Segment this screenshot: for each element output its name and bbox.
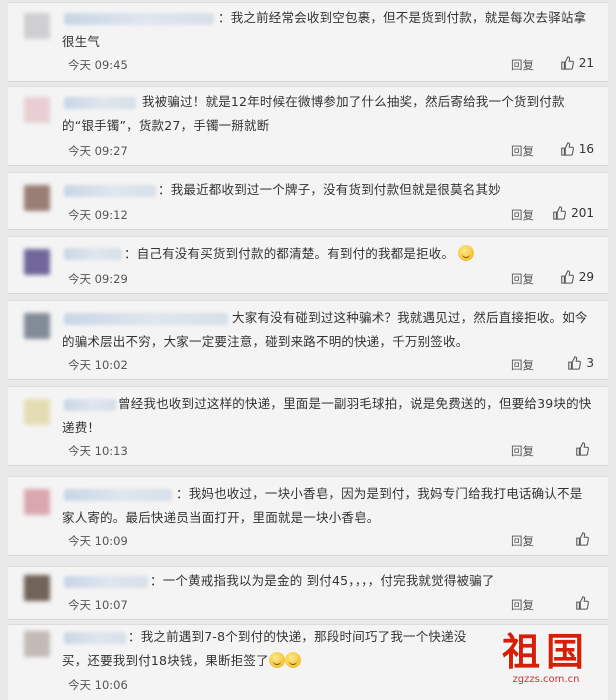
comment-feed: ：我之前经常会收到空包裹，但不是货到付款，就是每次去驿站拿很生气 今天 09:4…: [0, 0, 616, 700]
comment-text: ：自己有没有买货到付款的都清楚。有到付的我都是拒收。: [62, 242, 594, 266]
like-count: 201: [571, 206, 594, 220]
like-button[interactable]: 29: [560, 270, 594, 284]
comment-text: ：我之前遇到7-8个到付的快递，那段时间巧了我一个快递没买，还要我到付18块钱，…: [62, 629, 467, 668]
comment-item: 大家有没有碰到过这种骗术？我就遇见过，然后直接拒收。如今的骗术层出不穷，大家一定…: [8, 300, 608, 380]
laugh-icon: [284, 652, 301, 668]
reply-button[interactable]: 回复: [511, 143, 534, 159]
comment-text: ：我妈也收过，一块小香皂，因为是到付，我妈专门给我打电话确认不是家人寄的。最后快…: [62, 486, 583, 525]
comment-item: ：我妈也收过，一块小香皂，因为是到付，我妈专门给我打电话确认不是家人寄的。最后快…: [8, 476, 608, 556]
thumbs-up-icon: [576, 532, 589, 546]
avatar[interactable]: [24, 489, 50, 515]
like-count: 29: [578, 270, 594, 284]
reply-button[interactable]: 回复: [511, 271, 534, 287]
avatar[interactable]: [24, 399, 50, 425]
like-button[interactable]: 3: [567, 356, 594, 370]
like-button[interactable]: 16: [560, 142, 594, 156]
watermark-logo: 祖国: [501, 629, 590, 674]
comment-text: ：一个黄戒指我以为是金的 到付45，，，，付完我就觉得被骗了: [150, 573, 495, 588]
comment-text: 大家有没有碰到过这种骗术？我就遇见过，然后直接拒收。如今的骗术层出不穷，大家一定…: [62, 310, 588, 349]
comment-item: ：我之前经常会收到空包裹，但不是货到付款，就是每次去驿站拿很生气 今天 09:4…: [8, 2, 608, 82]
comment-item: 我被骗过！就是12年时候在微博参加了什么抽奖，然后寄给我一个货到付款的“银手镯”…: [8, 86, 608, 166]
like-button[interactable]: 21: [560, 56, 594, 70]
like-count: 16: [578, 142, 594, 156]
like-button[interactable]: [575, 442, 594, 456]
thumbs-up-icon: [553, 206, 567, 220]
reply-button[interactable]: 回复: [511, 207, 534, 223]
thumbs-up-icon: [560, 142, 574, 156]
avatar[interactable]: [24, 575, 50, 601]
like-count: 21: [578, 56, 594, 70]
smiley-icon: [458, 245, 475, 261]
comment-text: 我被骗过！就是12年时候在微博参加了什么抽奖，然后寄给我一个货到付款的“银手镯”…: [62, 94, 565, 133]
like-button[interactable]: 201: [552, 206, 594, 220]
comment-time: 今天 09:45: [68, 58, 128, 72]
laugh-icon: [268, 652, 285, 668]
comment-item: ：自己有没有买货到付款的都清楚。有到付的我都是拒收。 今天 09:29 回复 2…: [8, 236, 608, 294]
comment-text: ：我最近都收到过一个牌子，没有货到付款但就是很莫名其妙: [158, 182, 501, 197]
comment-time: 今天 09:29: [68, 272, 128, 286]
like-button[interactable]: [575, 532, 594, 546]
comment-time: 今天 10:02: [68, 358, 128, 372]
thumbs-up-icon: [576, 596, 589, 610]
watermark-url: zgzzs.com.cn: [512, 674, 580, 685]
comment-time: 今天 09:27: [68, 144, 128, 158]
avatar[interactable]: [24, 249, 50, 275]
reply-button[interactable]: 回复: [511, 357, 534, 373]
thumbs-up-icon: [568, 356, 582, 370]
avatar[interactable]: [24, 185, 50, 211]
comment-time: 今天 10:09: [68, 534, 128, 548]
comment-time: 今天 10:06: [68, 678, 128, 692]
comment-item: 曾经我也收到过这样的快递，里面是一副羽毛球拍，说是免费送的，但要给39块的快递费…: [8, 386, 608, 466]
like-count: 3: [586, 356, 594, 370]
avatar[interactable]: [24, 13, 50, 39]
reply-button[interactable]: 回复: [511, 597, 534, 613]
thumbs-up-icon: [576, 442, 589, 456]
thumbs-up-icon: [560, 56, 574, 70]
avatar[interactable]: [24, 631, 50, 657]
comment-text: 曾经我也收到过这样的快递，里面是一副羽毛球拍，说是免费送的，但要给39块的快递费…: [62, 396, 592, 435]
comment-text: ：我之前经常会收到空包裹，但不是货到付款，就是每次去驿站拿很生气: [62, 10, 587, 49]
comment-time: 今天 10:13: [68, 444, 128, 458]
reply-button[interactable]: 回复: [511, 533, 534, 549]
comment-time: 今天 10:07: [68, 598, 128, 612]
watermark: 祖国 zgzzs.com.cn: [494, 630, 598, 694]
reply-button[interactable]: 回复: [511, 57, 534, 73]
avatar[interactable]: [24, 97, 50, 123]
thumbs-up-icon: [560, 270, 574, 284]
comment-item: ：一个黄戒指我以为是金的 到付45，，，，付完我就觉得被骗了 今天 10:07 …: [8, 566, 608, 620]
comment-time: 今天 09:12: [68, 208, 128, 222]
reply-button[interactable]: 回复: [511, 443, 534, 459]
like-button[interactable]: [575, 596, 594, 610]
avatar[interactable]: [24, 313, 50, 339]
comment-item: ：我最近都收到过一个牌子，没有货到付款但就是很莫名其妙 今天 09:12 回复 …: [8, 172, 608, 230]
